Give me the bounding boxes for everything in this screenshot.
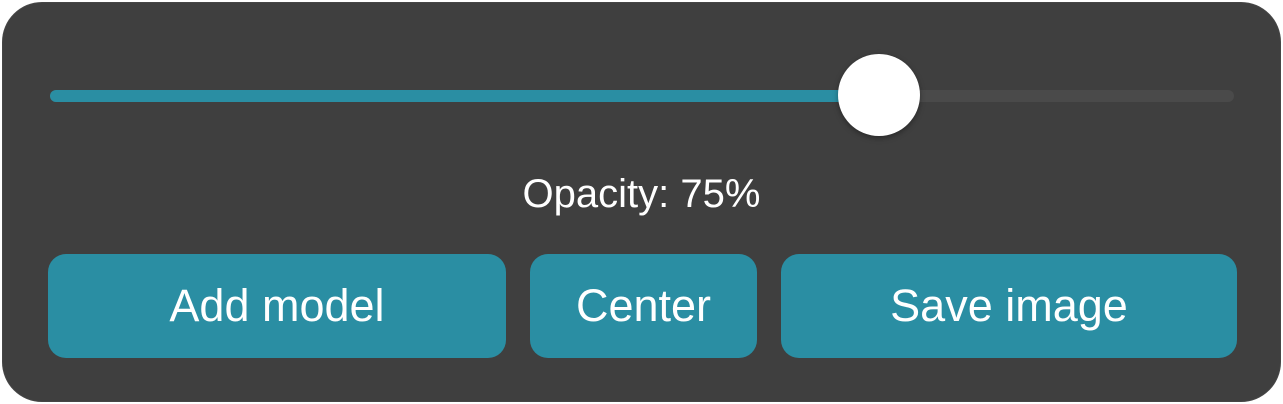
slider-thumb[interactable] (837, 54, 920, 136)
slider-track-fill (50, 90, 879, 102)
center-button[interactable]: Center (530, 254, 757, 358)
control-panel: Opacity: 75% Add model Center Save image (2, 2, 1281, 402)
opacity-slider[interactable] (50, 50, 1234, 140)
add-model-button[interactable]: Add model (48, 254, 506, 358)
save-image-button[interactable]: Save image (781, 254, 1237, 358)
opacity-label: Opacity: 75% (522, 172, 761, 216)
slider-track[interactable] (50, 90, 1234, 102)
